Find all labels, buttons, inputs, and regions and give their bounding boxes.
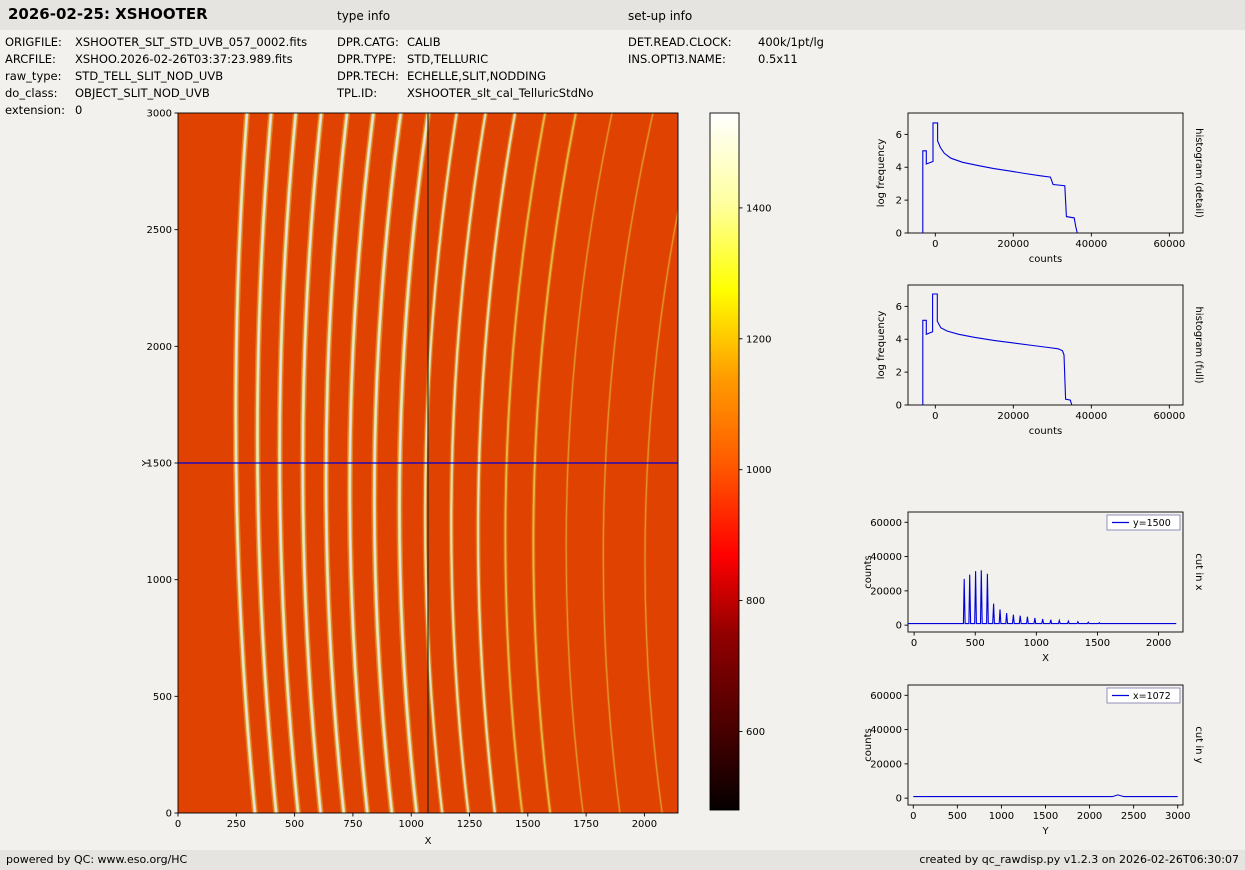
svg-text:500: 500: [948, 811, 967, 822]
svg-text:2000: 2000: [147, 342, 172, 353]
svg-text:4: 4: [896, 163, 902, 174]
footer-created-by: created by qc_rawdisp.py v1.2.3 on 2026-…: [919, 853, 1239, 866]
svg-text:0: 0: [166, 809, 172, 820]
svg-text:2500: 2500: [147, 225, 172, 236]
footer-powered-by: powered by QC: www.eso.org/HC: [6, 853, 188, 866]
svg-text:4: 4: [896, 335, 902, 346]
svg-text:log frequency: log frequency: [876, 139, 887, 208]
svg-text:cut in y: cut in y: [1193, 726, 1204, 763]
svg-text:40000: 40000: [1075, 239, 1107, 250]
svg-text:500: 500: [153, 692, 172, 703]
svg-text:1400: 1400: [746, 203, 771, 214]
svg-text:40000: 40000: [870, 725, 902, 736]
hist_detail-chart: 0 20000 40000 60000 0 2 4 6 counts log frequency h…: [876, 112, 1204, 265]
svg-text:1500: 1500: [1033, 811, 1058, 822]
svg-text:3000: 3000: [147, 109, 172, 120]
svg-text:histogram (detail): histogram (detail): [1193, 128, 1204, 218]
svg-text:X: X: [1042, 653, 1049, 664]
svg-text:6: 6: [896, 130, 902, 141]
svg-text:histogram (full): histogram (full): [1193, 306, 1204, 383]
svg-text:0: 0: [896, 229, 902, 240]
svg-text:2: 2: [896, 368, 902, 379]
svg-text:800: 800: [746, 596, 765, 607]
cut_y-chart: 0 500 1000 1500 2000 2500 3000 0 20000 40000 60000…: [863, 684, 1204, 837]
svg-text:2: 2: [896, 196, 902, 207]
svg-text:1200: 1200: [746, 334, 771, 345]
svg-text:40000: 40000: [1075, 411, 1107, 422]
cut_y-legend: x=1072: [1106, 687, 1181, 704]
svg-text:1000: 1000: [147, 575, 172, 586]
svg-text:20000: 20000: [997, 239, 1029, 250]
svg-text:1000: 1000: [989, 811, 1014, 822]
svg-text:20000: 20000: [997, 411, 1029, 422]
svg-text:6: 6: [896, 302, 902, 313]
raw-frame-chart: 0 250 500 750 1000 1250 1500 1750 20000500100015…: [141, 109, 679, 847]
hist_full-chart: 0 20000 40000 60000 0 2 4 6 counts log frequency h…: [876, 284, 1204, 437]
svg-text:250: 250: [227, 819, 246, 830]
svg-text:2000: 2000: [632, 819, 657, 830]
svg-text:0: 0: [896, 794, 902, 805]
colorbar: 600 800 1000 1200 1400: [709, 112, 771, 811]
svg-text:600: 600: [746, 727, 765, 738]
svg-text:2500: 2500: [1121, 811, 1146, 822]
cut_x-legend: y=1500: [1106, 514, 1181, 531]
svg-text:x=1072: x=1072: [1133, 691, 1171, 702]
svg-text:1500: 1500: [515, 819, 540, 830]
svg-text:counts: counts: [863, 555, 874, 588]
svg-text:X: X: [425, 836, 432, 847]
svg-text:counts: counts: [1029, 254, 1062, 265]
svg-text:40000: 40000: [870, 552, 902, 563]
svg-text:0: 0: [896, 621, 902, 632]
svg-text:counts: counts: [863, 728, 874, 761]
svg-text:3000: 3000: [1165, 811, 1190, 822]
svg-text:cut in x: cut in x: [1193, 553, 1204, 590]
svg-text:60000: 60000: [870, 518, 902, 529]
svg-text:1500: 1500: [1085, 638, 1110, 649]
svg-text:0: 0: [175, 819, 181, 830]
svg-text:Y: Y: [141, 459, 152, 467]
svg-text:750: 750: [343, 819, 362, 830]
svg-text:counts: counts: [1029, 426, 1062, 437]
plots-canvas: 0 250 500 750 1000 1250 1500 1750 20000500100015…: [141, 109, 1204, 848]
svg-text:60000: 60000: [1153, 239, 1185, 250]
svg-text:20000: 20000: [870, 759, 902, 770]
footer-bar: powered by QC: www.eso.org/HC created by…: [0, 850, 1245, 870]
qc-rawdisp-report: 2026-02-25: XSHOOTER type info set-up in…: [0, 0, 1245, 870]
svg-text:1250: 1250: [457, 819, 482, 830]
svg-text:0: 0: [911, 638, 917, 649]
svg-text:1000: 1000: [746, 465, 771, 476]
svg-text:0: 0: [932, 411, 938, 422]
svg-text:500: 500: [966, 638, 985, 649]
svg-text:0: 0: [910, 811, 916, 822]
svg-text:0: 0: [896, 401, 902, 412]
svg-text:y=1500: y=1500: [1133, 518, 1171, 529]
svg-text:log frequency: log frequency: [876, 311, 887, 380]
svg-text:0: 0: [932, 239, 938, 250]
svg-text:1000: 1000: [1024, 638, 1049, 649]
cut_x-chart: 0 500 1000 1500 20000200004000060000Xcounts c…: [863, 511, 1204, 664]
svg-text:2000: 2000: [1146, 638, 1171, 649]
raw-frame-image: [178, 113, 678, 813]
svg-text:60000: 60000: [1153, 411, 1185, 422]
svg-text:1000: 1000: [398, 819, 423, 830]
svg-text:2000: 2000: [1077, 811, 1102, 822]
svg-text:500: 500: [285, 819, 304, 830]
svg-text:1750: 1750: [573, 819, 598, 830]
svg-text:60000: 60000: [870, 691, 902, 702]
svg-text:20000: 20000: [870, 586, 902, 597]
svg-text:Y: Y: [1041, 826, 1049, 837]
